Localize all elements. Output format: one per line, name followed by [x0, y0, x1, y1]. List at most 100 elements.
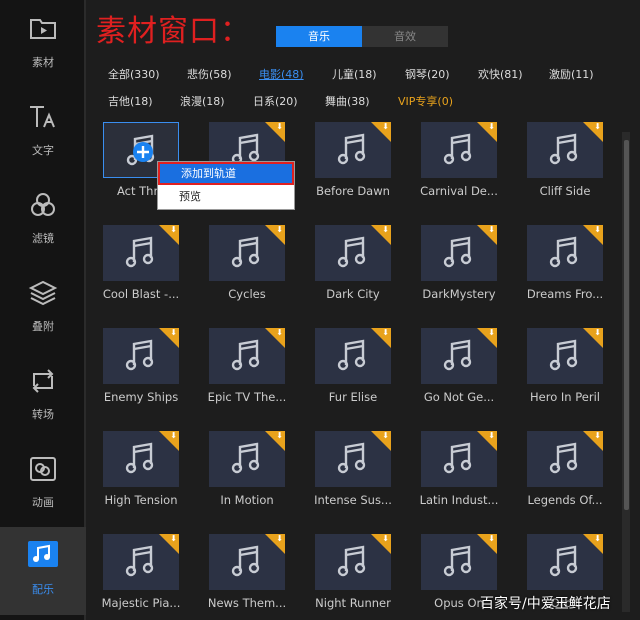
download-icon[interactable]: ⬇ — [276, 329, 283, 337]
download-icon[interactable]: ⬇ — [170, 432, 177, 440]
category-11[interactable]: VIP专享(0) — [398, 93, 453, 109]
download-icon[interactable]: ⬇ — [382, 432, 389, 440]
track-thumbnail: ⬇ — [103, 431, 179, 487]
track-tile[interactable]: ⬇ Epic TV The... — [208, 328, 286, 404]
track-name: High Tension — [104, 493, 178, 507]
category-6[interactable]: 激励(11) — [549, 66, 594, 82]
track-thumbnail: ⬇ — [103, 534, 179, 590]
category-0[interactable]: 全部(330) — [108, 66, 160, 82]
music-note-icon — [125, 442, 154, 474]
track-tile[interactable]: ⬇ High Tension — [103, 431, 179, 507]
download-icon[interactable]: ⬇ — [170, 329, 177, 337]
sidebar-item-5[interactable]: 动画 — [0, 440, 86, 528]
download-icon[interactable]: ⬇ — [382, 226, 389, 234]
track-name: Fur Elise — [328, 390, 378, 404]
track-tile[interactable]: ⬇ Latin Indust... — [420, 431, 498, 507]
track-tile[interactable]: ⬇ DarkMystery — [421, 225, 497, 301]
download-icon[interactable]: ⬇ — [276, 432, 283, 440]
download-icon[interactable]: ⬇ — [382, 123, 389, 131]
track-tile[interactable]: ⬇ Fur Elise — [315, 328, 391, 404]
track-tile[interactable]: ⬇ Before Dawn — [315, 122, 391, 198]
scrollbar[interactable] — [622, 132, 630, 612]
download-icon[interactable]: ⬇ — [170, 535, 177, 543]
category-2[interactable]: 电影(48) — [259, 66, 304, 82]
category-9[interactable]: 日系(20) — [253, 93, 298, 109]
category-1[interactable]: 悲伤(58) — [187, 66, 232, 82]
download-icon[interactable]: ⬇ — [488, 535, 495, 543]
track-thumbnail: ⬇ — [421, 431, 497, 487]
category-10[interactable]: 舞曲(38) — [325, 93, 370, 109]
sidebar-item-6[interactable]: 配乐 — [0, 527, 86, 615]
download-icon[interactable]: ⬇ — [276, 535, 283, 543]
scrollbar-thumb[interactable] — [624, 140, 629, 510]
music-note-icon — [337, 442, 366, 474]
download-icon[interactable]: ⬇ — [594, 535, 601, 543]
music-note-icon — [337, 545, 366, 577]
music-note-icon — [125, 545, 154, 577]
category-8[interactable]: 浪漫(18) — [180, 93, 225, 109]
animation-icon — [28, 454, 58, 484]
track-tile[interactable]: ⬇ Carnival De... — [420, 122, 498, 198]
menu-item-add-to-track[interactable]: 添加到轨道 — [158, 162, 294, 185]
track-name: Cycles — [228, 287, 266, 301]
sidebar-item-label: 叠附 — [32, 320, 54, 333]
track-tile[interactable]: ⬇ News Them... — [208, 534, 286, 610]
track-tile[interactable]: ⬇ Cycles — [209, 225, 285, 301]
music-note-icon — [125, 339, 154, 371]
track-tile[interactable]: ⬇ Dreams Fro... — [527, 225, 603, 301]
music-note-icon — [443, 236, 472, 268]
track-thumbnail: ⬇ — [527, 328, 603, 384]
download-icon[interactable]: ⬇ — [276, 226, 283, 234]
track-tile[interactable]: ⬇ Majestic Pia... — [102, 534, 180, 610]
tab-bar: 音乐 音效 — [276, 26, 448, 47]
sidebar-item-0[interactable]: 素材 — [0, 0, 86, 88]
download-icon[interactable]: ⬇ — [170, 226, 177, 234]
track-thumbnail: ⬇ — [315, 431, 391, 487]
tab-music[interactable]: 音乐 — [276, 26, 362, 47]
track-name: News Them... — [207, 596, 287, 610]
sidebar-item-1[interactable]: 文字 — [0, 88, 86, 176]
download-icon[interactable]: ⬇ — [382, 535, 389, 543]
sidebar-item-4[interactable]: 转场 — [0, 352, 86, 440]
download-icon[interactable]: ⬇ — [488, 432, 495, 440]
track-tile[interactable]: ⬇ Go Not Ge... — [421, 328, 497, 404]
music-note-icon — [549, 442, 578, 474]
download-icon[interactable]: ⬇ — [382, 329, 389, 337]
track-thumbnail: ⬇ — [103, 328, 179, 384]
track-tile[interactable]: ⬇ Legends Of... — [527, 431, 603, 507]
track-tile[interactable]: ⬇ Night Runner — [315, 534, 391, 610]
category-5[interactable]: 欢快(81) — [478, 66, 523, 82]
track-tile[interactable]: ⬇ Hero In Peril — [527, 328, 603, 404]
download-icon[interactable]: ⬇ — [488, 226, 495, 234]
add-icon[interactable] — [132, 141, 154, 163]
track-tile[interactable]: ⬇ Intense Sus... — [314, 431, 392, 507]
download-icon[interactable]: ⬇ — [488, 329, 495, 337]
watermark: 百家号/中爱玉鲜花店 — [480, 596, 611, 612]
category-7[interactable]: 吉他(18) — [108, 93, 153, 109]
track-thumbnail: ⬇ — [421, 328, 497, 384]
download-icon[interactable]: ⬇ — [488, 123, 495, 131]
sidebar-item-2[interactable]: 滤镜 — [0, 176, 86, 264]
track-tile[interactable]: ⬇ Cliff Side — [527, 122, 603, 198]
download-icon[interactable]: ⬇ — [594, 432, 601, 440]
download-icon[interactable]: ⬇ — [594, 123, 601, 131]
sidebar-item-3[interactable]: 叠附 — [0, 264, 86, 352]
music-note-icon — [549, 133, 578, 165]
category-4[interactable]: 钢琴(20) — [405, 66, 450, 82]
context-menu: 添加到轨道 预览 — [157, 161, 295, 210]
sidebar-item-label: 文字 — [32, 144, 54, 157]
track-tile[interactable]: ⬇ In Motion — [209, 431, 285, 507]
menu-item-preview[interactable]: 预览 — [158, 185, 294, 208]
track-name: Legends Of... — [527, 493, 603, 507]
track-tile[interactable]: ⬇ Cool Blast -... — [103, 225, 179, 301]
category-3[interactable]: 儿童(18) — [332, 66, 377, 82]
music-note-icon — [549, 339, 578, 371]
track-thumbnail: ⬇ — [315, 122, 391, 178]
tab-sound-effects[interactable]: 音效 — [362, 26, 448, 47]
download-icon[interactable]: ⬇ — [594, 329, 601, 337]
download-icon[interactable]: ⬇ — [276, 123, 283, 131]
track-thumbnail: ⬇ — [315, 225, 391, 281]
track-tile[interactable]: ⬇ Dark City — [315, 225, 391, 301]
track-tile[interactable]: ⬇ Enemy Ships — [103, 328, 179, 404]
download-icon[interactable]: ⬇ — [594, 226, 601, 234]
